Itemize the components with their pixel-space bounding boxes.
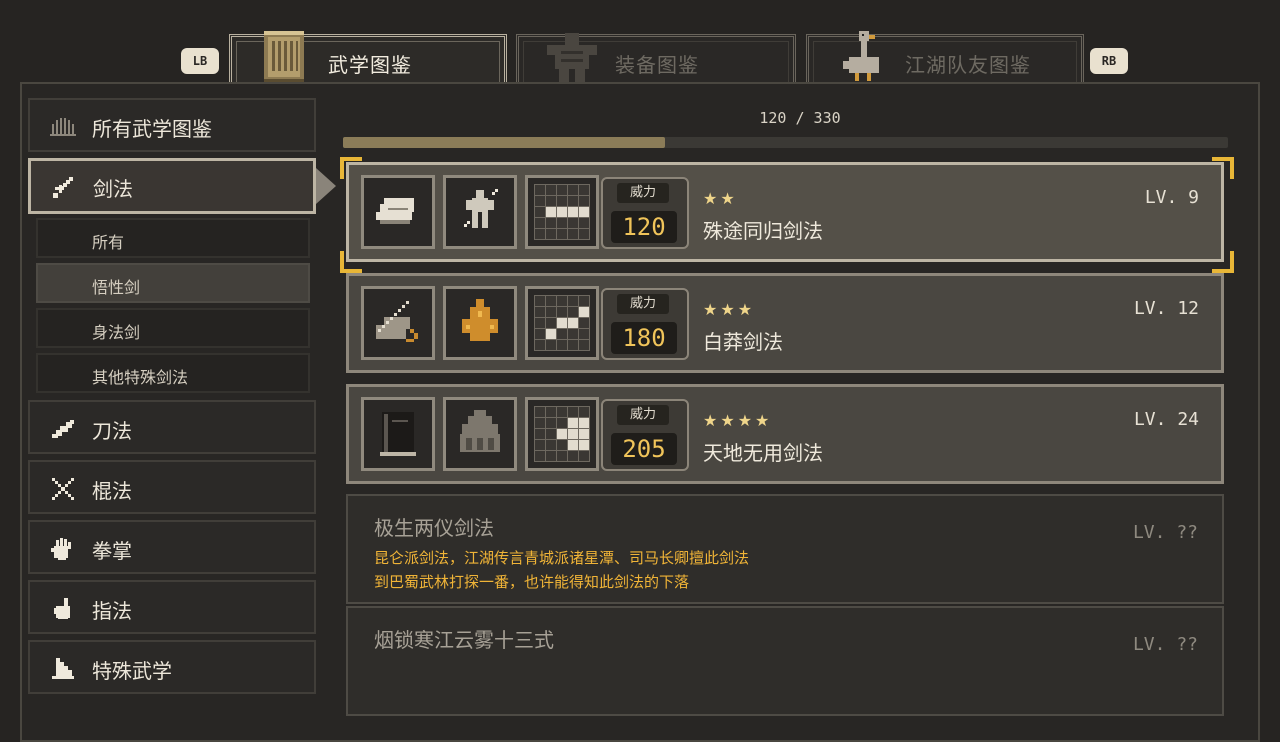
skill-range-grid — [525, 175, 599, 249]
sidebar-item-staff[interactable]: 棍法 — [28, 460, 316, 514]
subcategory-label: 其他特殊剑法 — [92, 368, 189, 387]
skill-row[interactable]: 威力 180 ★★★ 白莽剑法 LV. 12 — [346, 273, 1224, 373]
locked-skill-row[interactable]: 极生两仪剑法 LV. ?? 昆仑派剑法，江湖传言青城派诸星潭、司马长卿擅此剑法 … — [346, 494, 1224, 604]
skill-book-slot — [361, 397, 435, 471]
scroll-icon — [376, 301, 418, 342]
lb-button[interactable]: LB — [181, 48, 219, 74]
skill-level: LV. 9 — [1144, 187, 1199, 208]
skill-name: 白莽剑法 — [703, 330, 783, 354]
power-label: 威力 — [617, 405, 669, 425]
locked-skill-level: LV. ?? — [1132, 634, 1198, 655]
range-grid-icon — [534, 406, 590, 462]
sidebar-item-all[interactable]: 所有武学图鉴 — [28, 98, 316, 152]
skill-book-slot — [361, 175, 435, 249]
power-value: 205 — [611, 433, 677, 465]
power-box: 威力 180 — [601, 288, 689, 360]
skill-range-grid — [525, 397, 599, 471]
skill-stance-slot — [443, 286, 517, 360]
monk-figure-icon — [462, 299, 498, 341]
goose-icon — [843, 31, 879, 81]
skill-stance-slot — [443, 397, 517, 471]
subcategory-label: 悟性剑 — [92, 278, 141, 297]
sidebar-item-blade[interactable]: 刀法 — [28, 400, 316, 454]
range-grid-icon — [534, 184, 590, 240]
tab-label: 江湖队友图鉴 — [905, 53, 1031, 77]
sidebar-item-label: 特殊武学 — [92, 659, 172, 683]
sidebar-item-special[interactable]: 特殊武学 — [28, 640, 316, 694]
manual-book-icon — [376, 198, 414, 224]
subcategory-item[interactable]: 所有 — [36, 218, 310, 258]
skill-level: LV. 12 — [1133, 298, 1199, 319]
power-box: 威力 205 — [601, 399, 689, 471]
hint-line: 到巴蜀武林打探一番，也许能得知此剑法的下落 — [374, 573, 690, 591]
finger-icon — [54, 598, 70, 619]
dark-tome-icon — [380, 412, 416, 456]
skill-row[interactable]: 威力 120 ★★ 殊途同归剑法 LV. 9 — [346, 162, 1224, 262]
palm-icon — [51, 538, 71, 560]
skill-stance-slot — [443, 175, 517, 249]
selection-corner-tr — [1212, 157, 1234, 179]
hint-line: 昆仑派剑法，江湖传言青城派诸星潭、司马长卿擅此剑法 — [374, 549, 750, 567]
star-rating: ★★ — [703, 189, 738, 208]
skill-book-slot — [361, 286, 435, 360]
blade-icon — [52, 420, 74, 438]
locked-skill-name: 烟锁寒江云雾十三式 — [374, 628, 554, 652]
locked-skill-level: LV. ?? — [1132, 522, 1198, 543]
sidebar-item-finger[interactable]: 指法 — [28, 580, 316, 634]
collection-progress-fill — [343, 137, 665, 148]
power-box: 威力 120 — [601, 177, 689, 249]
selection-corner-bl — [340, 251, 362, 273]
star-rating: ★★★★ — [703, 411, 773, 430]
power-value: 120 — [611, 211, 677, 243]
sidebar-item-label: 所有武学图鉴 — [92, 117, 212, 141]
power-label: 威力 — [617, 294, 669, 314]
power-value: 180 — [611, 322, 677, 354]
star-rating: ★★★ — [703, 300, 756, 319]
subcategory-item-selected[interactable]: 悟性剑 — [36, 263, 310, 303]
subcategory-item[interactable]: 其他特殊剑法 — [36, 353, 310, 393]
collection-progress-text: 120 / 330 — [759, 109, 841, 127]
sidebar-item-label: 棍法 — [92, 479, 132, 503]
subcategory-label: 身法剑 — [92, 323, 141, 342]
top-tab-bar: LB 武学图鉴 装备图鉴 江湖队友图鉴 RB — [0, 0, 1280, 90]
subcategory-label: 所有 — [92, 233, 125, 252]
sidebar-item-label: 剑法 — [93, 177, 133, 201]
sidebar-item-label: 刀法 — [92, 419, 132, 443]
skill-range-grid — [525, 286, 599, 360]
skill-name: 殊途同归剑法 — [703, 219, 823, 243]
selection-corner-tl — [340, 157, 362, 179]
tab-label: 武学图鉴 — [328, 53, 412, 77]
tab-label: 装备图鉴 — [615, 53, 699, 77]
crossed-staff-icon — [52, 478, 74, 500]
sidebar-item-sword[interactable]: 剑法 — [28, 158, 316, 214]
all-codex-icon — [50, 118, 76, 136]
power-label: 威力 — [617, 183, 669, 203]
subcategory-item[interactable]: 身法剑 — [36, 308, 310, 348]
sidebar-item-palm[interactable]: 拳掌 — [28, 520, 316, 574]
rb-button[interactable]: RB — [1090, 48, 1128, 74]
selection-arrow-icon — [316, 168, 336, 204]
range-grid-icon — [534, 295, 590, 351]
skill-row[interactable]: 威力 205 ★★★★ 天地无用剑法 LV. 24 — [346, 384, 1224, 484]
sidebar-item-label: 指法 — [92, 599, 132, 623]
sidebar-item-label: 拳掌 — [92, 539, 132, 563]
collection-progress-bar — [343, 137, 1228, 148]
selection-corner-br — [1212, 251, 1234, 273]
skill-name: 天地无用剑法 — [703, 441, 823, 465]
skill-level: LV. 24 — [1133, 409, 1199, 430]
locked-skill-name: 极生两仪剑法 — [374, 516, 494, 540]
locked-skill-row[interactable]: 烟锁寒江云雾十三式 LV. ?? — [346, 606, 1224, 716]
special-icon — [52, 658, 74, 679]
scroll-book-icon — [264, 31, 304, 83]
swordsman-figure-icon — [464, 189, 498, 228]
armor-icon — [547, 33, 597, 83]
sword-icon — [53, 177, 73, 198]
pagoda-figure-icon — [460, 410, 500, 452]
locked-skill-hint: 昆仑派剑法，江湖传言青城派诸星潭、司马长卿擅此剑法 到巴蜀武林打探一番，也许能得… — [374, 546, 749, 594]
